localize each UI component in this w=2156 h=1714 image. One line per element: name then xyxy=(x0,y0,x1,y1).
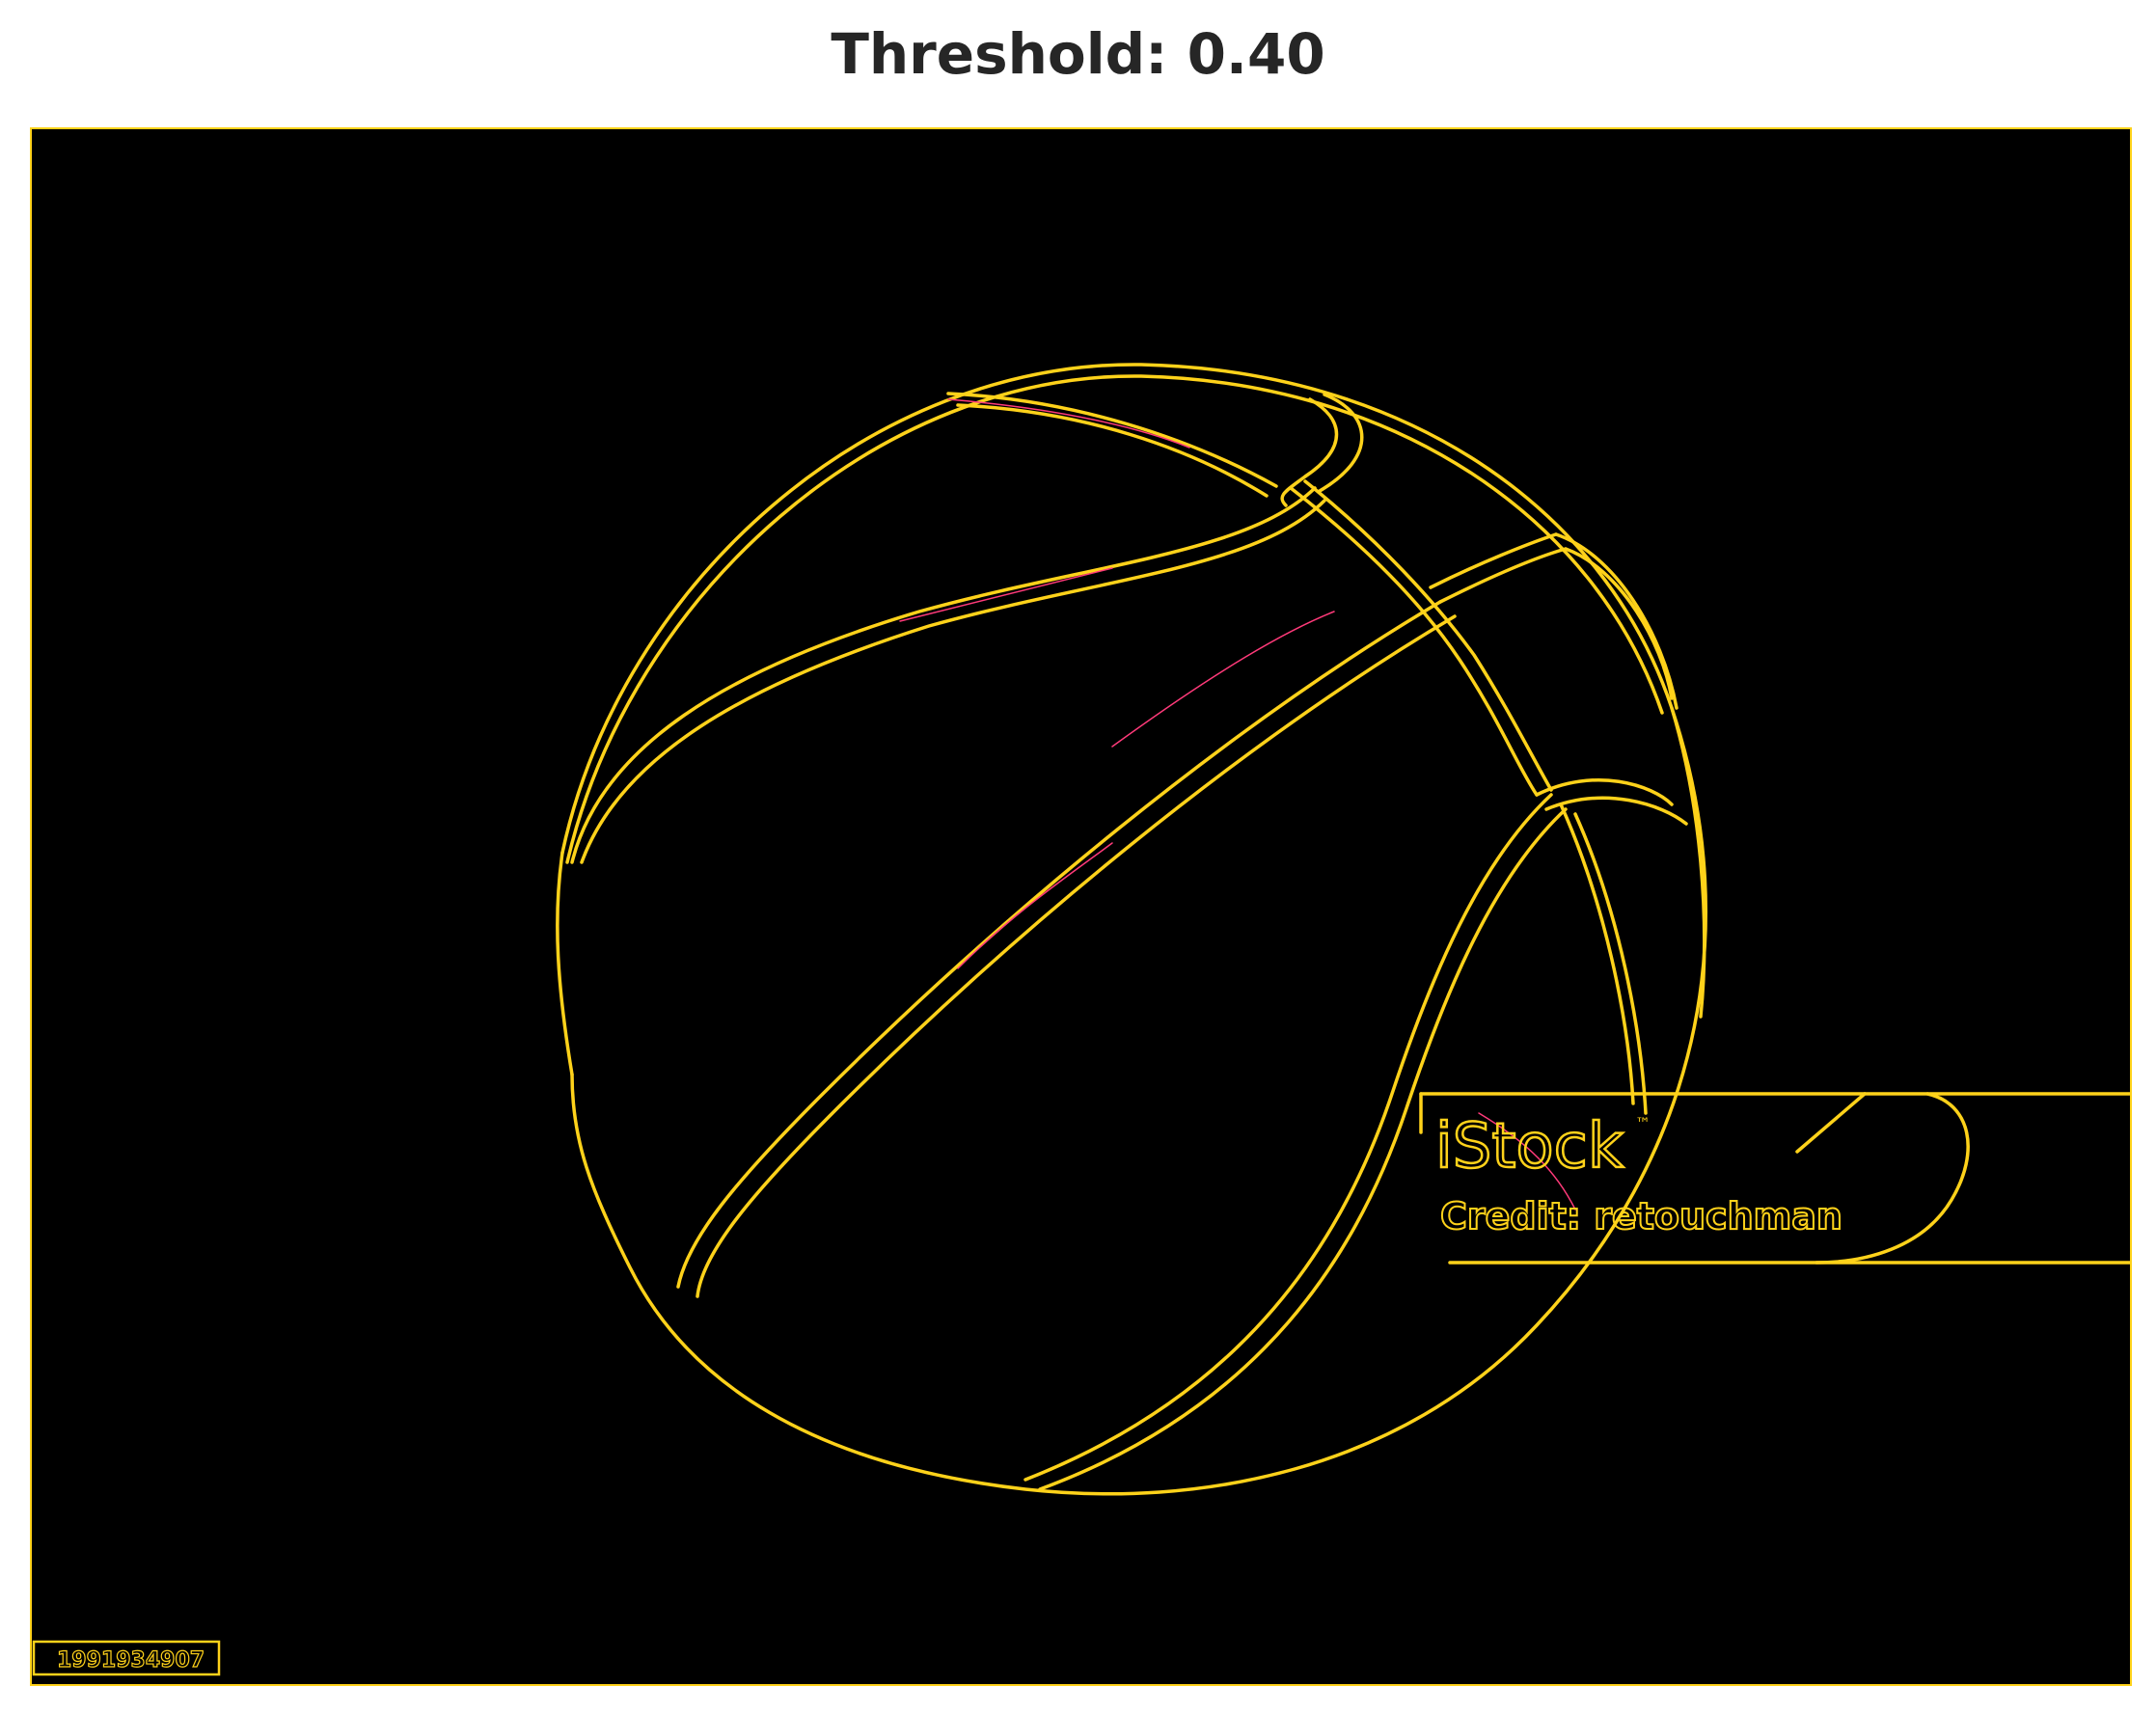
seam-right-edge xyxy=(1670,706,1706,1019)
fine-edge-2 xyxy=(899,567,1113,622)
seam-left-curve-2 xyxy=(580,499,1326,864)
seam-main-diagonal-2 xyxy=(696,614,1457,1298)
seam-left-curve-1 xyxy=(570,486,1317,864)
watermark-text-group: iStock ™ Credit: retouchman xyxy=(1434,1110,1843,1238)
seam-lower-right-1 xyxy=(1535,777,1674,806)
fine-edge-4 xyxy=(957,842,1113,969)
watermark-trademark: ™ xyxy=(1635,1114,1651,1132)
watermark-banner-diagonal xyxy=(1795,1092,1867,1154)
edge-map-svg: iStock ™ Credit: retouchman 1991934907 xyxy=(32,363,2130,1676)
basketball-edges xyxy=(556,363,2130,1496)
ball-outline-inner xyxy=(565,374,1664,864)
seam-right-vertical-2 xyxy=(1573,812,1648,1115)
watermark-brand: iStock xyxy=(1435,1111,1624,1183)
figure-title: Threshold: 0.40 xyxy=(831,21,1325,87)
seam-upper-diagonal-2 xyxy=(1303,479,1553,792)
watermark-credit: Credit: retouchman xyxy=(1440,1195,1842,1238)
fine-edges xyxy=(899,398,1576,1211)
edge-detection-image: iStock ™ Credit: retouchman 1991934907 xyxy=(30,127,2132,1686)
image-id-badge: 1991934907 xyxy=(32,1640,221,1676)
fine-edge-3 xyxy=(1111,611,1335,748)
image-id-text: 1991934907 xyxy=(57,1648,205,1673)
seam-main-diagonal-1 xyxy=(676,600,1442,1289)
seam-right-upper-1 xyxy=(1429,532,1558,589)
ball-outline xyxy=(560,363,1708,1496)
ball-outline-left xyxy=(556,851,574,1076)
